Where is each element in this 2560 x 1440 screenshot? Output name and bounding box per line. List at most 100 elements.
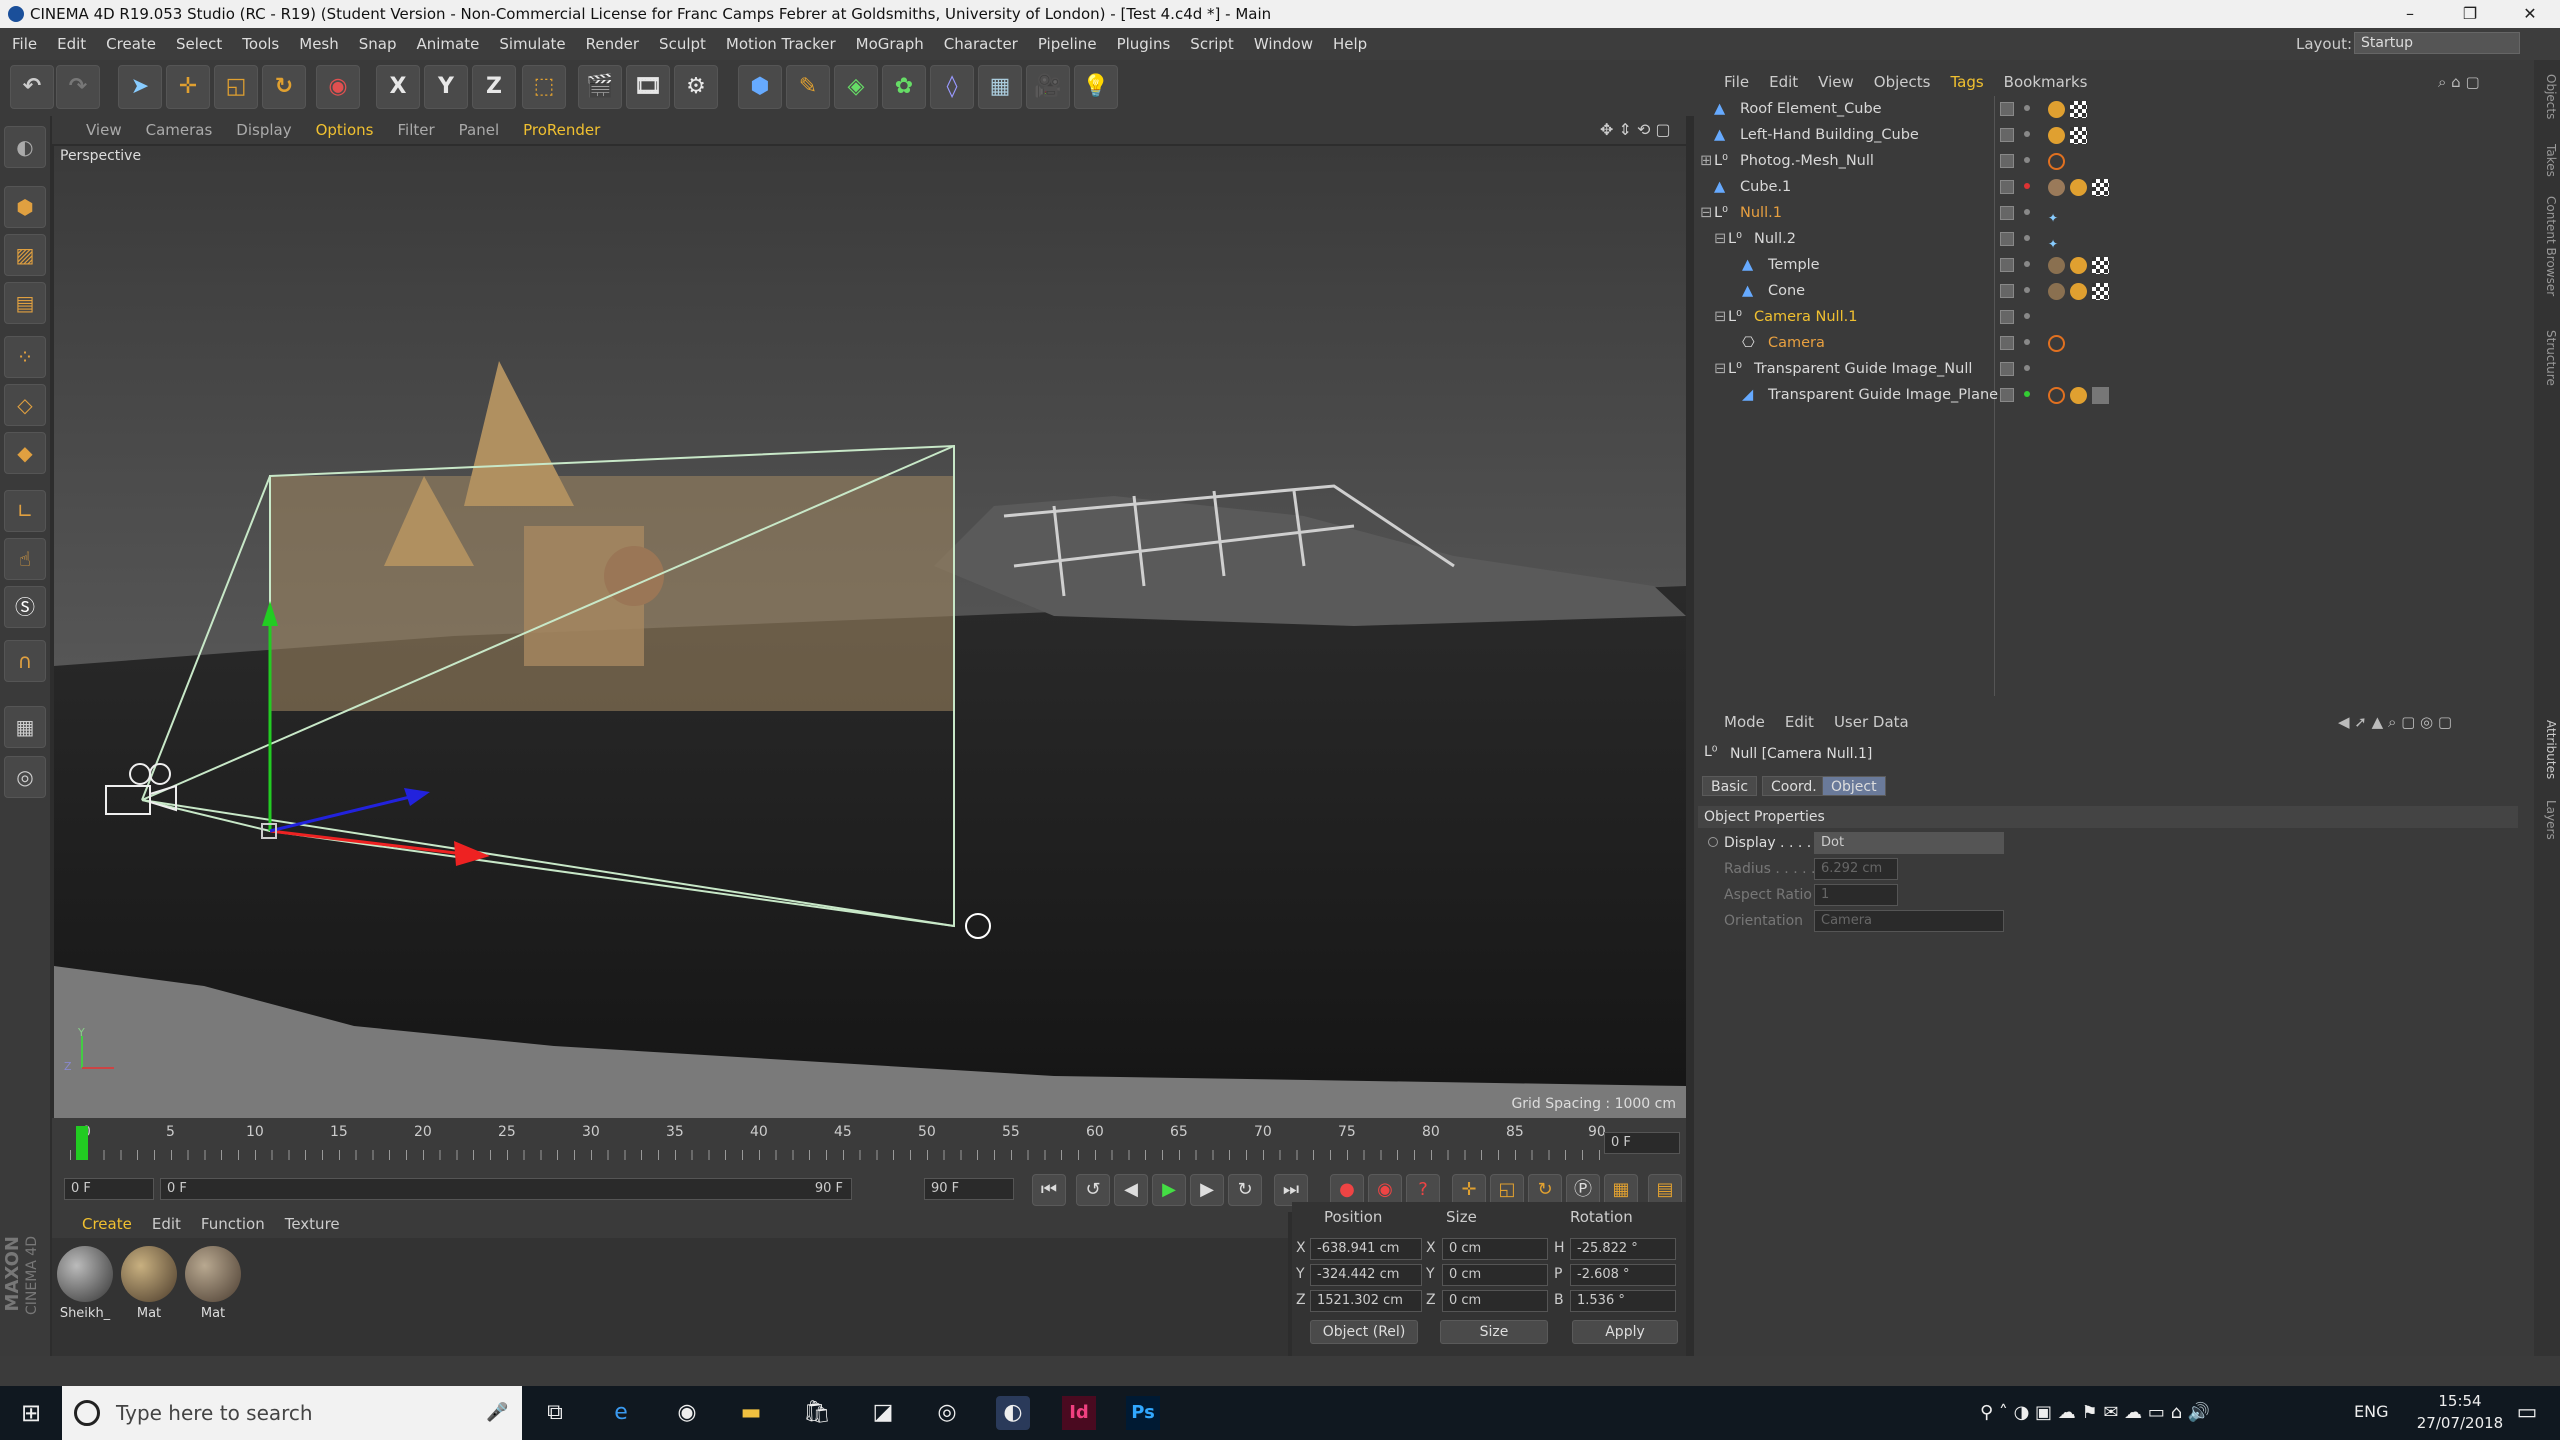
aspect-ratio-field[interactable]: 1 [1814, 884, 1898, 906]
array-generator-icon[interactable]: ✿ [882, 65, 926, 109]
render-settings-icon[interactable]: ⚙ [674, 65, 718, 109]
menu-character[interactable]: Character [934, 28, 1028, 60]
model-mode-icon[interactable]: ⬢ [4, 186, 46, 228]
render-dot[interactable] [2024, 209, 2030, 215]
start-frame-field[interactable]: 0 F [64, 1178, 154, 1200]
menu-mesh[interactable]: Mesh [289, 28, 349, 60]
store-icon[interactable]: 🛍 [800, 1396, 834, 1430]
points-mode-icon[interactable]: ⁘ [4, 336, 46, 378]
viewport-menu-prorender[interactable]: ProRender [511, 116, 612, 144]
planar-workplane-icon[interactable]: ◎ [4, 756, 46, 798]
z-axis-toggle[interactable]: Z [472, 65, 516, 109]
edge-browser-icon[interactable]: e [604, 1396, 638, 1430]
viewport-menu-panel[interactable]: Panel [447, 116, 511, 144]
display-tag-icon[interactable]: ✦ [2048, 231, 2065, 251]
material-menu-function[interactable]: Function [191, 1210, 275, 1238]
object-menu-file[interactable]: File [1694, 68, 1759, 96]
visibility-toggle[interactable] [2000, 258, 2014, 272]
render-dot[interactable] [2024, 235, 2030, 241]
display-dropdown[interactable]: Dot [1814, 832, 2004, 854]
object-row[interactable]: ▲ Left-Hand Building_Cube [1694, 122, 2534, 148]
viewport-navigation-icons[interactable]: ✥ ⇕ ⟲ ▢ [1600, 116, 1671, 144]
menu-sculpt[interactable]: Sculpt [649, 28, 716, 60]
object-row[interactable]: ⊟ L⁰ Camera Null.1 [1694, 304, 2534, 330]
viewport-menu-options[interactable]: Options [304, 116, 386, 144]
visibility-toggle[interactable] [2000, 362, 2014, 376]
protection-tag-icon[interactable] [2048, 335, 2065, 352]
menu-tools[interactable]: Tools [232, 28, 289, 60]
texture-tag-icon[interactable] [2070, 101, 2087, 118]
animate-toggle-icon[interactable] [1708, 837, 1718, 847]
viewport-menu-view[interactable]: View [52, 116, 134, 144]
tab-objects[interactable]: Objects [2536, 74, 2558, 119]
3d-viewport[interactable]: Y Z Perspective Grid Spacing : 1000 cm [54, 146, 1686, 1118]
edges-mode-icon[interactable]: ◇ [4, 384, 46, 426]
display-tag-icon[interactable]: ✦ [2048, 205, 2065, 225]
tab-attributes[interactable]: Attributes [2536, 720, 2558, 779]
notification-center-icon[interactable]: ▭ [2510, 1396, 2544, 1430]
visibility-toggle[interactable] [2000, 336, 2014, 350]
visibility-toggle[interactable] [2000, 102, 2014, 116]
menu-select[interactable]: Select [166, 28, 232, 60]
render-picture-viewer-icon[interactable]: 🎞 [626, 65, 670, 109]
tweak-mode-icon[interactable]: ☝ [4, 538, 46, 580]
minimize-button[interactable]: – [2380, 0, 2440, 28]
render-dot[interactable] [2024, 131, 2030, 137]
taskbar-search[interactable]: Type here to search 🎤 [62, 1386, 522, 1440]
menu-motion-tracker[interactable]: Motion Tracker [716, 28, 846, 60]
position-z-field[interactable]: 1521.302 cm [1310, 1290, 1422, 1312]
object-row[interactable]: ⊟ L⁰ Null.2 ✦ [1694, 226, 2534, 252]
object-row[interactable]: ▲ Cube.1 [1694, 174, 2534, 200]
menu-window[interactable]: Window [1244, 28, 1323, 60]
preview-range-slider[interactable]: 0 F 90 F [160, 1178, 852, 1200]
photoshop-icon[interactable]: Ps [1126, 1396, 1160, 1430]
size-mode-dropdown[interactable]: Size [1440, 1320, 1548, 1344]
obs-icon[interactable]: ◎ [930, 1396, 964, 1430]
file-explorer-icon[interactable]: ▬ [734, 1396, 768, 1430]
apply-button[interactable]: Apply [1572, 1320, 1678, 1344]
material-tag-icon[interactable] [2048, 257, 2065, 274]
size-z-field[interactable]: 0 cm [1442, 1290, 1548, 1312]
texture-tag-icon[interactable] [2092, 283, 2109, 300]
object-menu-bookmarks[interactable]: Bookmarks [1994, 68, 2098, 96]
object-row[interactable]: ⊞ L⁰ Photog.-Mesh_Null [1694, 148, 2534, 174]
indesign-icon[interactable]: Id [1062, 1396, 1096, 1430]
phong-tag-icon[interactable] [2048, 101, 2065, 118]
rotation-p-field[interactable]: -2.608 ° [1570, 1264, 1676, 1286]
visibility-toggle[interactable] [2000, 206, 2014, 220]
menu-edit[interactable]: Edit [47, 28, 96, 60]
render-dot[interactable] [2024, 339, 2030, 345]
visibility-toggle[interactable] [2000, 154, 2014, 168]
viewport-menu-cameras[interactable]: Cameras [134, 116, 225, 144]
next-frame-icon[interactable]: ▶ [1190, 1174, 1224, 1206]
visibility-toggle[interactable] [2000, 310, 2014, 324]
tab-structure[interactable]: Structure [2536, 330, 2558, 386]
object-menu-view[interactable]: View [1808, 68, 1864, 96]
object-menu-edit[interactable]: Edit [1759, 68, 1808, 96]
camera-icon[interactable]: 🎥 [1026, 65, 1070, 109]
render-dot[interactable] [2024, 391, 2030, 397]
viewport-menu-display[interactable]: Display [224, 116, 303, 144]
material-menu-edit[interactable]: Edit [142, 1210, 191, 1238]
menu-help[interactable]: Help [1323, 28, 1377, 60]
menu-animate[interactable]: Animate [407, 28, 490, 60]
make-editable-icon[interactable]: ◐ [4, 126, 46, 168]
scale-tool-icon[interactable]: ◱ [214, 65, 258, 109]
light-icon[interactable]: 💡 [1074, 65, 1118, 109]
undo-icon[interactable]: ↶ [10, 65, 54, 109]
select-tool-icon[interactable]: ➤ [118, 65, 162, 109]
object-row[interactable]: ▲ Cone [1694, 278, 2534, 304]
object-row[interactable]: ⎔ Camera [1694, 330, 2534, 356]
x-axis-toggle[interactable]: X [376, 65, 420, 109]
menu-simulate[interactable]: Simulate [489, 28, 575, 60]
y-axis-toggle[interactable]: Y [424, 65, 468, 109]
workplane-mode-icon[interactable]: ▤ [4, 282, 46, 324]
menu-create[interactable]: Create [96, 28, 166, 60]
layout-dropdown[interactable]: Startup [2354, 32, 2520, 54]
deformer-icon[interactable]: ◊ [930, 65, 974, 109]
size-y-field[interactable]: 0 cm [1442, 1264, 1548, 1286]
orientation-dropdown[interactable]: Camera [1814, 910, 2004, 932]
attribute-menu-user-data[interactable]: User Data [1824, 708, 1919, 736]
snap-magnet-icon[interactable]: ∩ [4, 640, 46, 682]
material-swatch[interactable]: Sheikh_ [56, 1246, 114, 1321]
